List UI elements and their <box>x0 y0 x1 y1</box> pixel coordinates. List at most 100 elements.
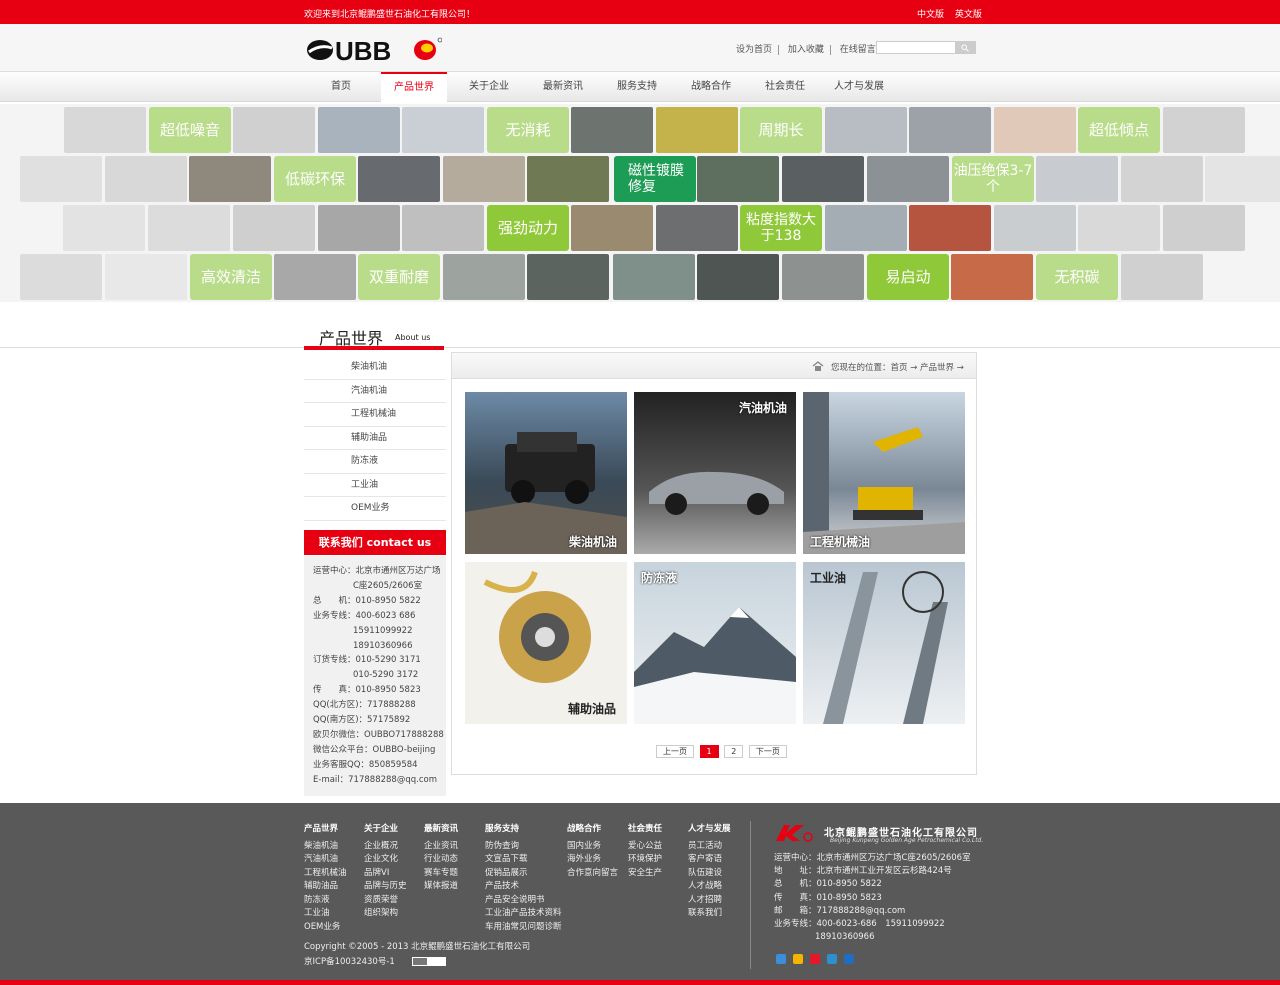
footer-link[interactable]: 海外业务 <box>567 853 618 867</box>
contact-line: 业务专线：400-6023 686 <box>313 610 416 621</box>
footer-link[interactable]: 企业概况 <box>364 840 407 854</box>
feature-tile: 磁性镀膜修复 <box>614 156 696 202</box>
footer-link[interactable]: 产品技术 <box>485 880 562 894</box>
footer-link[interactable]: 工业油 <box>304 907 347 921</box>
footer-link[interactable]: 防冻液 <box>304 894 347 908</box>
add-favorite-link[interactable]: 加入收藏 <box>781 45 831 55</box>
product-card-machinery[interactable]: 工程机械油 <box>803 392 965 554</box>
nav-service[interactable]: 服务支持 <box>604 72 670 102</box>
footer-link[interactable]: 资质荣誉 <box>364 894 407 908</box>
footer-link[interactable]: 媒体报道 <box>424 880 458 894</box>
footer-link[interactable]: 安全生产 <box>628 867 662 881</box>
footer-col-title[interactable]: 产品世界 <box>304 823 347 837</box>
nav-home[interactable]: 首页 <box>308 72 374 102</box>
footer-link[interactable]: 企业资讯 <box>424 840 458 854</box>
footer-link[interactable]: 车用油常见问题诊断 <box>485 921 562 935</box>
nav-responsibility[interactable]: 社会责任 <box>752 72 818 102</box>
footer-link[interactable]: 队伍建设 <box>688 867 731 881</box>
product-card-antifreeze[interactable]: 防冻液 <box>634 562 796 724</box>
share-renren-icon[interactable] <box>843 954 854 964</box>
lang-cn-link[interactable]: 中文版 <box>917 10 944 20</box>
banner-photo <box>1163 107 1245 153</box>
footer-link[interactable]: 文宣品下载 <box>485 853 562 867</box>
footer-link[interactable]: 环境保护 <box>628 853 662 867</box>
footer-col-title[interactable]: 服务支持 <box>485 823 562 837</box>
footer-link[interactable]: 合作意向留言 <box>567 867 618 881</box>
footer-link[interactable]: 赛车专题 <box>424 867 458 881</box>
banner-photo <box>782 156 864 202</box>
footer-link[interactable]: 辅助油品 <box>304 880 347 894</box>
product-card-gasoline[interactable]: 汽油机油 <box>634 392 796 554</box>
footer-link[interactable]: 客户寄语 <box>688 853 731 867</box>
share-weibo-icon[interactable] <box>809 954 820 964</box>
footer-link[interactable]: 汽油机油 <box>304 853 347 867</box>
footer-link[interactable]: 企业文化 <box>364 853 407 867</box>
product-card-diesel[interactable]: 柴油机油 <box>465 392 627 554</box>
lang-en-link[interactable]: 英文版 <box>955 10 982 20</box>
nav-about[interactable]: 关于企业 <box>456 72 522 102</box>
set-homepage-link[interactable]: 设为首页 <box>736 45 780 55</box>
prev-page-button[interactable]: 上一页 <box>656 745 694 758</box>
side-item-diesel-oil[interactable]: 柴油机油 <box>304 356 446 380</box>
banner-photo <box>909 205 991 251</box>
footer-link[interactable]: 人才招聘 <box>688 894 731 908</box>
header-links: 设为首页 加入收藏 在线留言 <box>736 42 882 55</box>
company-logo: 北京鲲鹏盛世石油化工有限公司 Beijing Kunpeng Golden Ag… <box>774 821 984 847</box>
feature-tile: 双重耐磨 <box>358 254 440 300</box>
language-switch: 中文版 英文版 <box>917 7 990 20</box>
icp-number[interactable]: 京ICP备10032430号-1 <box>304 957 395 967</box>
share-plus-icon[interactable] <box>776 954 786 964</box>
footer-col-title[interactable]: 战略合作 <box>567 823 618 837</box>
cnzz-badge-icon[interactable] <box>411 957 446 966</box>
product-card-industrial[interactable]: 工业油 <box>803 562 965 724</box>
banner-photo <box>105 156 187 202</box>
search-input[interactable] <box>877 42 957 53</box>
side-item-industrial-oil[interactable]: 工业油 <box>304 473 446 497</box>
feature-tile: 强劲动力 <box>487 205 569 251</box>
footer-link[interactable]: 品牌VI <box>364 867 407 881</box>
search-button[interactable] <box>955 42 975 53</box>
breadcrumb-text: 您现在的位置：首页 → 产品世界 → <box>831 363 964 373</box>
contact-heading: 联系我们 contact us <box>304 530 446 555</box>
product-label: 汽油机油 <box>739 401 788 415</box>
page-1-button[interactable]: 1 <box>699 745 719 758</box>
footer-link[interactable]: 品牌与历史 <box>364 880 407 894</box>
nav-products[interactable]: 产品世界 <box>381 72 447 102</box>
footer-col-title[interactable]: 人才与发展 <box>688 823 731 837</box>
oubbo-logo[interactable]: UBB <box>306 36 442 64</box>
nav-careers[interactable]: 人才与发展 <box>826 72 892 102</box>
footer-link[interactable]: 产品安全说明书 <box>485 894 562 908</box>
footer-col-title[interactable]: 关于企业 <box>364 823 407 837</box>
side-item-machinery-oil[interactable]: 工程机械油 <box>304 403 446 427</box>
nav-news[interactable]: 最新资讯 <box>530 72 596 102</box>
home-icon[interactable] <box>812 361 824 371</box>
side-item-oem[interactable]: OEM业务 <box>304 497 446 521</box>
side-item-antifreeze[interactable]: 防冻液 <box>304 450 446 474</box>
next-page-button[interactable]: 下一页 <box>748 745 787 758</box>
online-message-link[interactable]: 在线留言 <box>834 45 882 55</box>
footer-link[interactable]: 联系我们 <box>688 907 731 921</box>
footer-link[interactable]: 员工活动 <box>688 840 731 854</box>
footer: 产品世界 柴油机油 汽油机油 工程机械油 辅助油品 防冻液 工业油 OEM业务 … <box>0 803 1280 980</box>
footer-link[interactable]: 爱心公益 <box>628 840 662 854</box>
footer-link[interactable]: 柴油机油 <box>304 840 347 854</box>
side-item-gasoline-oil[interactable]: 汽油机油 <box>304 379 446 403</box>
footer-link[interactable]: OEM业务 <box>304 921 347 935</box>
footer-link[interactable]: 国内业务 <box>567 840 618 854</box>
footer-col-title[interactable]: 社会责任 <box>628 823 662 837</box>
footer-link[interactable]: 防伪查询 <box>485 840 562 854</box>
share-tencent-icon[interactable] <box>826 954 837 964</box>
page-2-button[interactable]: 2 <box>724 745 744 758</box>
nav-partnership[interactable]: 战略合作 <box>678 72 744 102</box>
footer-link[interactable]: 人才战略 <box>688 880 731 894</box>
footer-link[interactable]: 促销品展示 <box>485 867 562 881</box>
footer-link[interactable]: 工程机械油 <box>304 867 347 881</box>
share-qzone-icon[interactable] <box>792 954 803 964</box>
search-box <box>876 41 976 54</box>
side-item-auxiliary-oil[interactable]: 辅助油品 <box>304 426 446 450</box>
footer-col-title[interactable]: 最新资讯 <box>424 823 458 837</box>
footer-link[interactable]: 工业油产品技术资料 <box>485 907 562 921</box>
product-card-auxiliary[interactable]: 辅助油品 <box>465 562 627 724</box>
footer-link[interactable]: 组织架构 <box>364 907 407 921</box>
footer-link[interactable]: 行业动态 <box>424 853 458 867</box>
